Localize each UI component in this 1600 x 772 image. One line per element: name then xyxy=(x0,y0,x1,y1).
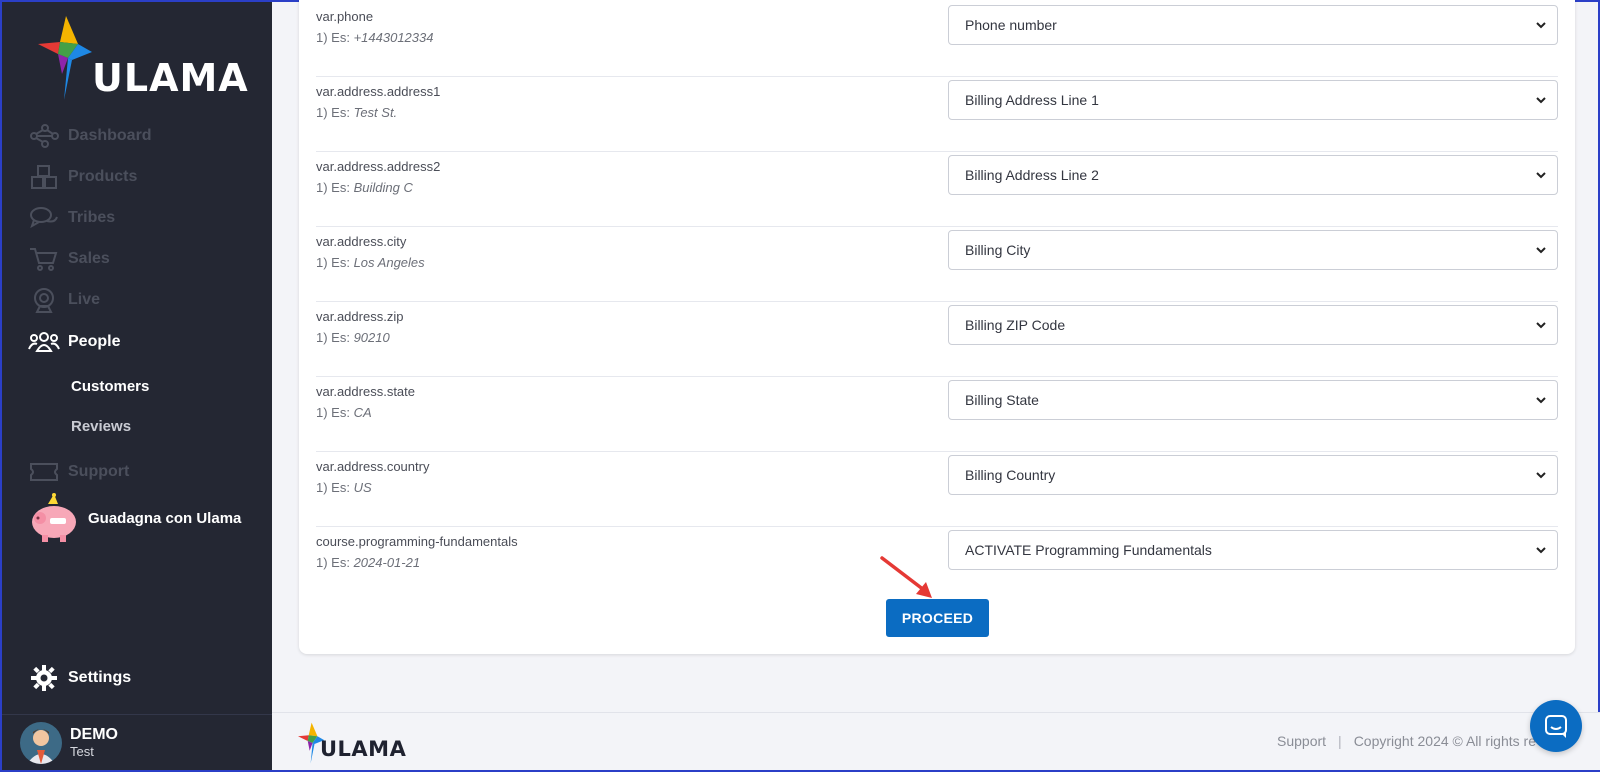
example-value: 1) Es: +1443012334 xyxy=(316,30,434,45)
footer-support-link[interactable]: Support xyxy=(1277,733,1326,749)
mapping-row: var.address.city 1) Es: Los Angeles Bill… xyxy=(316,227,1558,302)
brand-logo[interactable]: ULAMA xyxy=(38,14,248,102)
example-value: 1) Es: Building C xyxy=(316,180,413,195)
field-select[interactable]: Billing Address Line 2 xyxy=(948,155,1558,195)
sidebar-item-label: Tribes xyxy=(68,209,116,226)
chat-bubbles-icon xyxy=(28,202,60,234)
ticket-icon xyxy=(28,456,60,488)
avatar xyxy=(20,721,62,764)
variable-name: var.phone xyxy=(316,9,374,24)
sidebar-item-label: Sales xyxy=(68,250,110,267)
example-value: 1) Es: 2024-01-21 xyxy=(316,555,421,570)
mapping-row: var.address.address2 1) Es: Building C B… xyxy=(316,152,1558,227)
chevron-down-icon xyxy=(1536,547,1546,554)
sidebar-item-label: Dashboard xyxy=(68,127,152,144)
user-subtitle: Test xyxy=(70,744,94,759)
proceed-button[interactable]: PROCEED xyxy=(886,599,989,637)
sidebar-subitem-reviews[interactable]: Reviews xyxy=(71,418,131,435)
variable-name: var.address.address2 xyxy=(316,159,441,174)
footer-separator: | xyxy=(1338,733,1342,749)
example-value: 1) Es: US xyxy=(316,480,372,495)
chevron-down-icon xyxy=(1536,322,1546,329)
mapping-row: var.address.state 1) Es: CA Billing Stat… xyxy=(316,377,1558,452)
footer-logo[interactable]: ULAMA xyxy=(298,721,406,770)
footer-brand-name: ULAMA xyxy=(320,737,407,761)
footer: ULAMA Support | Copyright 2024 © All right… xyxy=(272,712,1600,770)
sidebar-item-people[interactable]: People xyxy=(28,326,120,358)
annotation-arrow-icon xyxy=(880,556,932,598)
promo-label: Guadagna con Ulama xyxy=(88,509,242,527)
sidebar-item-label: People xyxy=(68,333,121,350)
example-value: 1) Es: 90210 xyxy=(316,330,390,345)
sidebar-item-dashboard[interactable]: Dashboard xyxy=(28,120,152,152)
chevron-down-icon xyxy=(1536,22,1546,29)
variable-name: var.address.country xyxy=(316,459,430,474)
sidebar-item-products[interactable]: Products xyxy=(28,161,137,193)
sidebar-item-label: Live xyxy=(68,291,101,308)
mapping-row: var.address.zip 1) Es: 90210 Billing ZIP… xyxy=(316,302,1558,377)
chevron-down-icon xyxy=(1536,397,1546,404)
sidebar-item-support[interactable]: Support xyxy=(28,456,129,488)
field-select[interactable]: Billing City xyxy=(948,230,1558,270)
sidebar-item-label: Settings xyxy=(68,669,132,686)
chat-launcher-button[interactable] xyxy=(1530,700,1582,752)
footer-copyright: Copyright 2024 © All rights re xyxy=(1353,733,1536,749)
promo-guadagna[interactable]: Guadagna con Ulama xyxy=(28,492,241,544)
piggy-bank-icon xyxy=(32,493,76,542)
sidebar-item-label: Products xyxy=(68,168,138,185)
field-select[interactable]: ACTIVATE Programming Fundamentals xyxy=(948,530,1558,570)
user-name: DEMO xyxy=(70,726,118,743)
field-select[interactable]: Billing ZIP Code xyxy=(948,305,1558,345)
field-select[interactable]: Billing Country xyxy=(948,455,1558,495)
people-icon xyxy=(28,326,60,358)
field-select[interactable]: Billing State xyxy=(948,380,1558,420)
cart-icon xyxy=(28,243,60,275)
chevron-down-icon xyxy=(1536,472,1546,479)
field-select[interactable]: Phone number xyxy=(948,5,1558,45)
chevron-down-icon xyxy=(1536,97,1546,104)
brand-name: ULAMA xyxy=(92,56,249,100)
variable-name: var.address.state xyxy=(316,384,415,399)
variable-name: var.address.city xyxy=(316,234,407,249)
sidebar-subitem-customers[interactable]: Customers xyxy=(71,378,149,395)
user-profile[interactable]: DEMO Test xyxy=(2,714,272,770)
field-select[interactable]: Billing Address Line 1 xyxy=(948,80,1558,120)
gear-icon xyxy=(28,662,60,694)
footer-links: Support | Copyright 2024 © All rights re xyxy=(1277,733,1536,749)
example-value: 1) Es: Test St. xyxy=(316,105,398,120)
mapping-row: var.phone 1) Es: +1443012334 Phone numbe… xyxy=(316,2,1558,77)
variable-name: var.address.zip xyxy=(316,309,404,324)
chevron-down-icon xyxy=(1536,247,1546,254)
sidebar-item-tribes[interactable]: Tribes xyxy=(28,202,115,234)
sidebar: ULAMA Dashboard Products Tribes Sales Li… xyxy=(2,2,272,770)
mapping-row: var.address.address1 1) Es: Test St. Bil… xyxy=(316,77,1558,152)
boxes-icon xyxy=(28,161,60,193)
example-value: 1) Es: CA xyxy=(316,405,372,420)
example-value: 1) Es: Los Angeles xyxy=(316,255,425,270)
webcam-icon xyxy=(28,284,60,316)
mapping-row: var.address.country 1) Es: US Billing Co… xyxy=(316,452,1558,527)
sidebar-item-label: Support xyxy=(68,463,130,480)
sidebar-item-live[interactable]: Live xyxy=(28,284,100,316)
variable-name: var.address.address1 xyxy=(316,84,441,99)
sidebar-item-sales[interactable]: Sales xyxy=(28,243,110,275)
variable-name: course.programming-fundamentals xyxy=(316,534,518,549)
chat-icon xyxy=(1545,715,1567,738)
chevron-down-icon xyxy=(1536,172,1546,179)
sidebar-item-settings[interactable]: Settings xyxy=(28,662,131,694)
network-icon xyxy=(28,120,60,152)
